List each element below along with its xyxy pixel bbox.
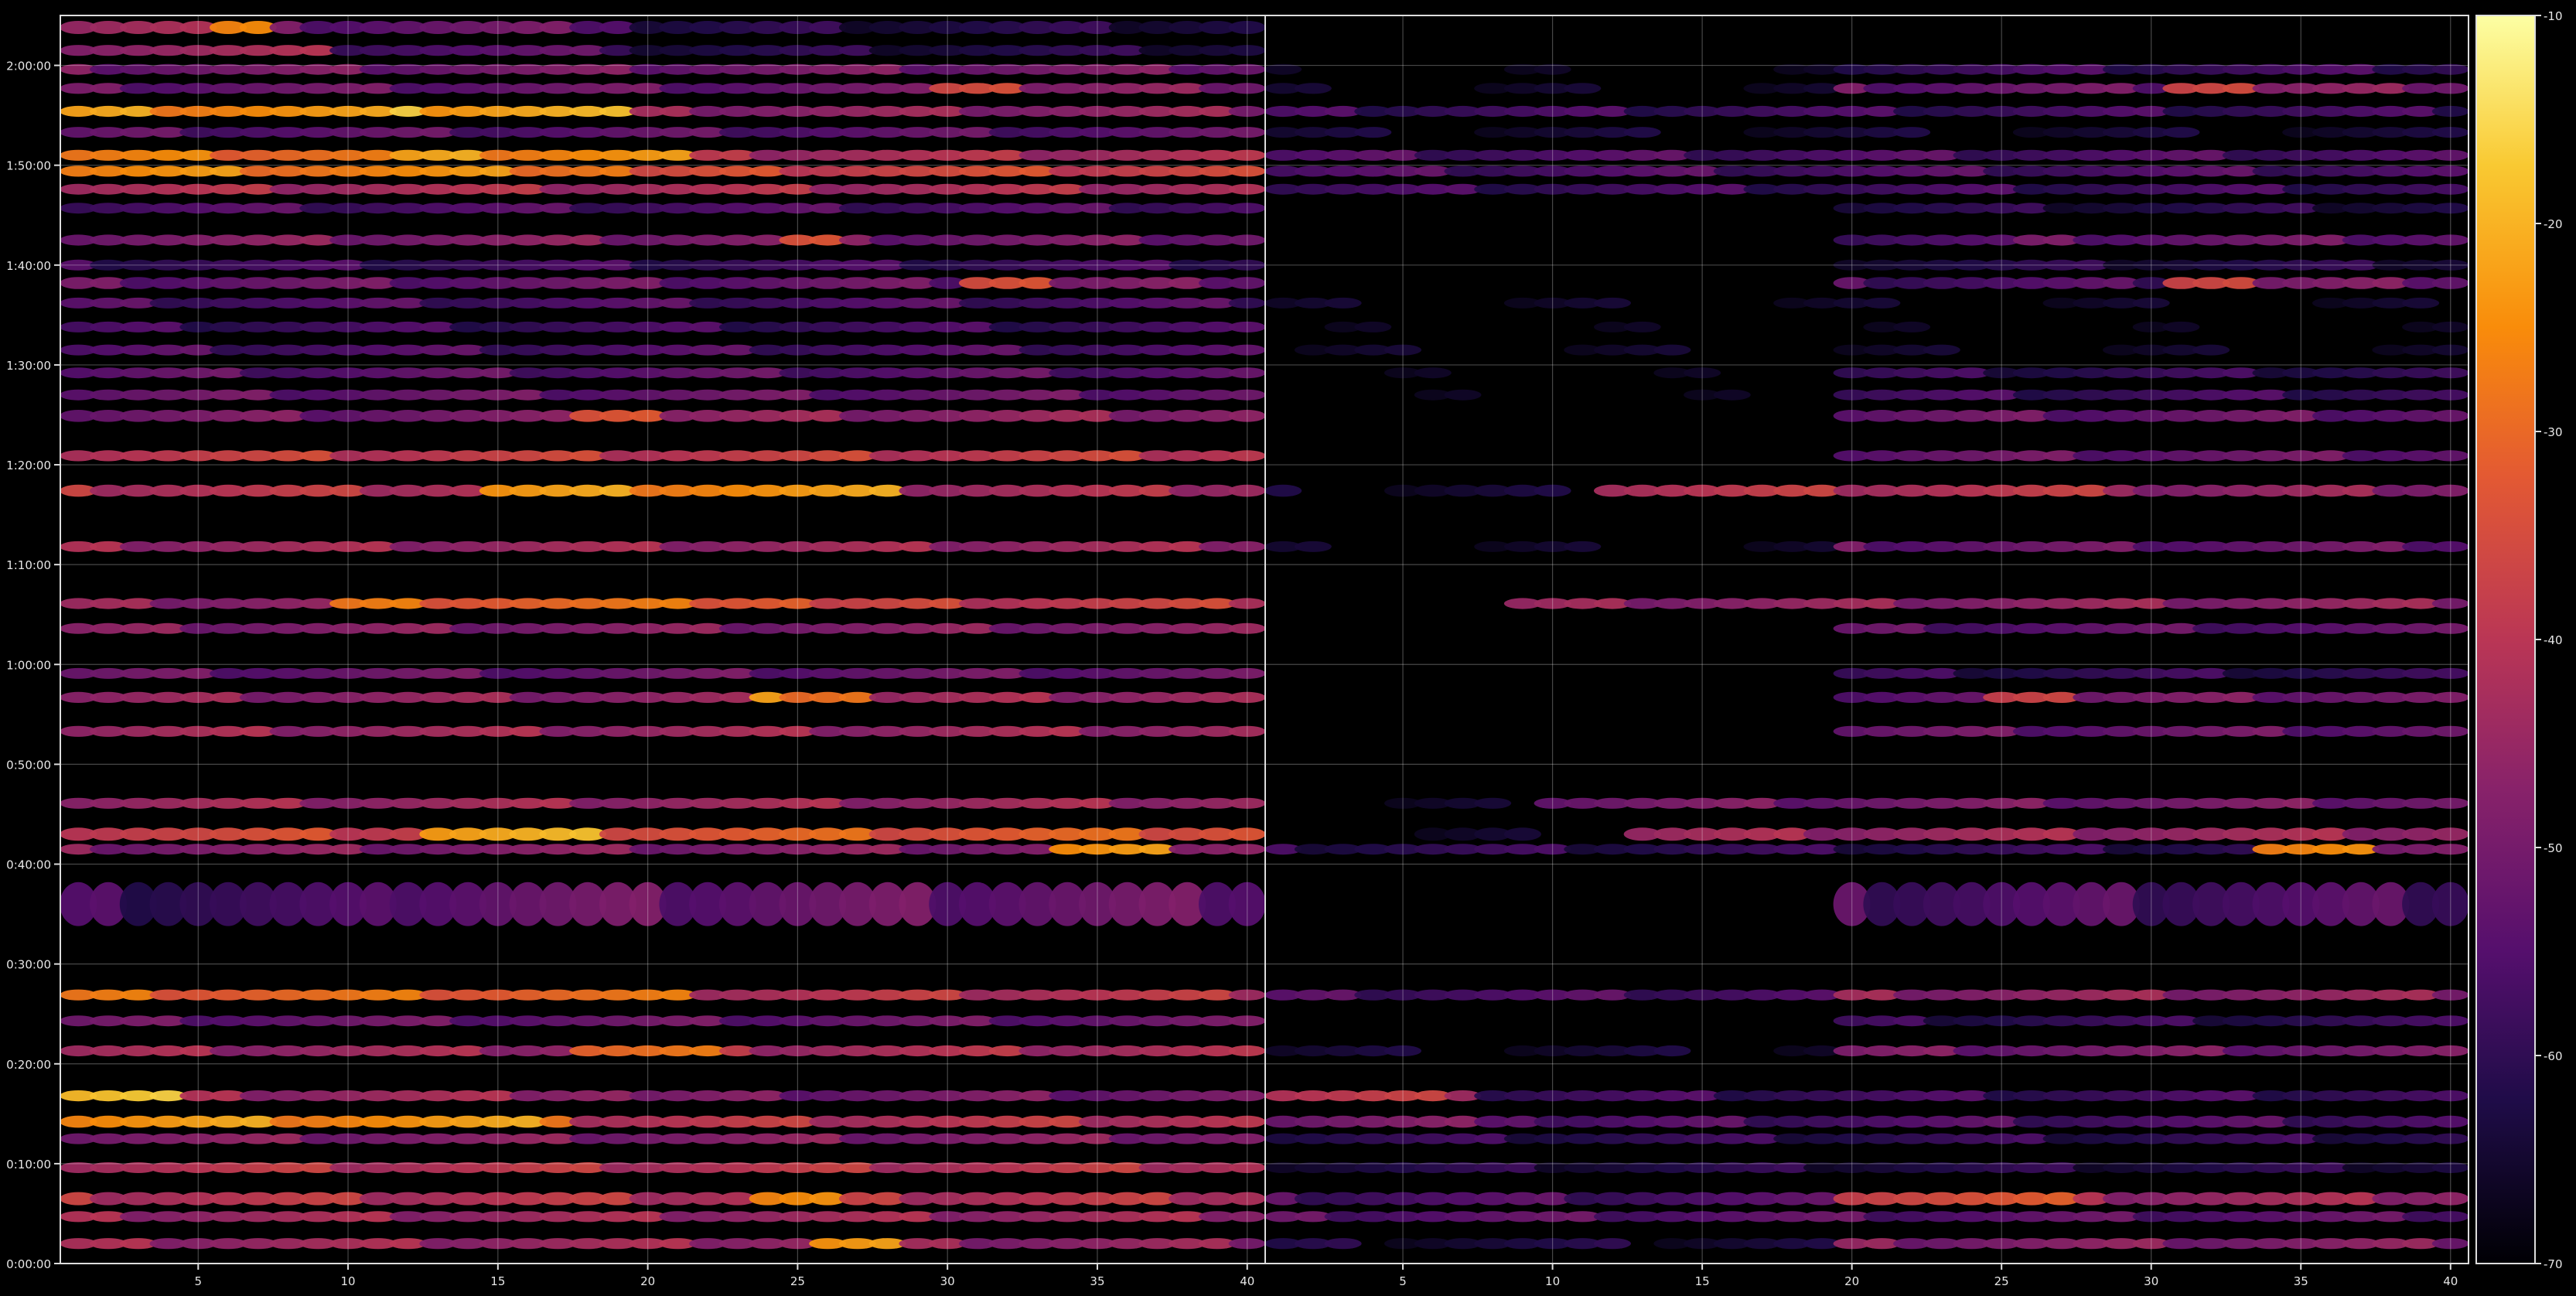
heat-cell xyxy=(1474,797,1512,809)
heat-cell xyxy=(1444,389,1482,401)
x-tick-label: 10 xyxy=(1545,1274,1560,1288)
colorbar: -10 -20 -30 -40 -50 -60 -70 xyxy=(2475,9,2563,1271)
heat-cell xyxy=(1653,344,1691,356)
heat-cell xyxy=(1594,297,1631,309)
heat-cell xyxy=(1294,541,1332,552)
heat-cell xyxy=(1503,827,1541,841)
x-tick-label: 40 xyxy=(1240,1274,1254,1288)
y-tick-label: 0:20:00 xyxy=(6,1058,51,1072)
heat-cell xyxy=(1893,321,1931,333)
y-tick-label: 0:30:00 xyxy=(6,958,51,972)
spectrogram-chart: 0:00:00 0:10:00 0:20:00 0:30:00 0:40:00 0:50:… xyxy=(0,0,2576,1293)
heat-cell xyxy=(1564,83,1602,94)
y-tick-label: 0:00:00 xyxy=(6,1257,51,1271)
colorbar-tick-label: -40 xyxy=(2544,633,2563,647)
heat-cell xyxy=(1354,321,1392,333)
colorbar-scale xyxy=(2475,15,2536,1264)
heat-cell xyxy=(1623,321,1661,333)
heat-cell xyxy=(1324,1238,1362,1250)
y-tick-label: 1:30:00 xyxy=(6,359,51,373)
heat-cell xyxy=(2162,321,2200,333)
heat-cell xyxy=(1923,344,1960,356)
heat-cell xyxy=(2192,344,2230,356)
x-tick-label: 15 xyxy=(1695,1274,1710,1288)
x-tick-label: 25 xyxy=(790,1274,805,1288)
x-tick-label: 40 xyxy=(2443,1274,2458,1288)
y-tick-label: 1:40:00 xyxy=(6,259,51,273)
heat-cell xyxy=(1863,297,1901,309)
colorbar-tick-label: -10 xyxy=(2544,9,2563,23)
y-tick-label: 1:10:00 xyxy=(6,558,51,572)
heat-cell xyxy=(1564,541,1602,552)
x-tick-label: 15 xyxy=(490,1274,505,1288)
heat-cell xyxy=(1713,389,1751,401)
x-tick-label: 35 xyxy=(1090,1274,1104,1288)
heat-cell xyxy=(1264,484,1302,497)
x-tick-label: 10 xyxy=(341,1274,356,1288)
heat-cell xyxy=(1653,1045,1691,1057)
x-tick-label: 5 xyxy=(195,1274,203,1288)
colorbar-tick-label: -30 xyxy=(2544,425,2563,439)
x-tick-label: 5 xyxy=(1399,1274,1407,1288)
colorbar-tick-label: -60 xyxy=(2544,1049,2563,1063)
heat-cell xyxy=(1893,127,1931,138)
x-tick-label: 30 xyxy=(940,1274,955,1288)
x-tick-label: 25 xyxy=(1994,1274,2009,1288)
x-tick-label: 20 xyxy=(1844,1274,1859,1288)
y-tick-label: 0:10:00 xyxy=(6,1158,51,1172)
heat-cell xyxy=(2402,297,2440,309)
colorbar-tick-label: -20 xyxy=(2544,217,2563,231)
heat-cell xyxy=(2162,127,2200,138)
heat-cell xyxy=(1414,367,1452,379)
y-tick-label: 1:20:00 xyxy=(6,459,51,472)
colorbar-tick-label: -50 xyxy=(2544,841,2563,855)
x-tick-label: 30 xyxy=(2144,1274,2158,1288)
colorbar-tick-label: -70 xyxy=(2544,1257,2563,1271)
heat-cell xyxy=(1324,297,1362,309)
heat-cell xyxy=(1594,1238,1631,1250)
y-tick-label: 0:40:00 xyxy=(6,858,51,872)
y-tick-label: 2:00:00 xyxy=(6,60,51,73)
x-tick-label: 35 xyxy=(2294,1274,2308,1288)
y-tick-label: 0:50:00 xyxy=(6,758,51,772)
heat-cell xyxy=(1623,127,1661,138)
panel-right xyxy=(1264,63,2469,1250)
y-tick-label: 1:00:00 xyxy=(6,658,51,672)
panel-left xyxy=(60,21,1266,1250)
heat-cell xyxy=(1294,83,1332,94)
heat-cell xyxy=(1354,127,1392,138)
chart-svg: 0:00:00 0:10:00 0:20:00 0:30:00 0:40:00 0:50:… xyxy=(6,9,2563,1288)
x-tick-label: 20 xyxy=(640,1274,655,1288)
y-tick-label: 1:50:00 xyxy=(6,159,51,173)
